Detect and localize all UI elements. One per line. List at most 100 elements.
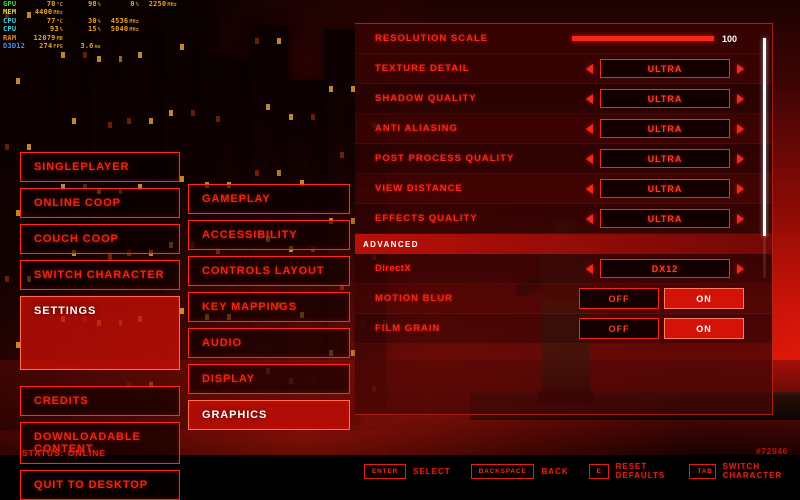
setting-row-effects-quality[interactable]: EFFECTS QUALITY ULTRA <box>355 204 772 234</box>
perf-value: 5040MHz <box>110 25 139 34</box>
menu-item-singleplayer[interactable]: SINGLEPLAYER <box>20 152 180 182</box>
setting-value[interactable]: ULTRA <box>600 149 730 168</box>
building-window <box>127 118 131 124</box>
resolution-scale-value: 100 <box>722 33 738 44</box>
key-cap: BACKSPACE <box>470 463 535 479</box>
toggle-off-button[interactable]: OFF <box>579 288 659 309</box>
menu-item-switch-character[interactable]: SWITCH CHARACTER <box>20 260 180 290</box>
stepper-control[interactable]: ULTRA <box>586 119 744 138</box>
perf-unit: ms <box>94 44 101 51</box>
menu-item-couch-coop[interactable]: COUCH COOP <box>20 224 180 254</box>
stepper-control[interactable]: ULTRA <box>586 179 744 198</box>
perf-unit: MHz <box>53 10 63 17</box>
perf-unit: °C <box>56 18 63 25</box>
advanced-toggle-rows: MOTION BLUR OFF ON FILM GRAIN OFF ON <box>355 284 772 344</box>
building-window <box>97 56 101 62</box>
perf-value: 15% <box>87 25 101 34</box>
toggle-control[interactable]: OFF ON <box>579 318 744 339</box>
building-window <box>255 38 259 44</box>
setting-row-shadow-quality[interactable]: SHADOW QUALITY ULTRA <box>355 84 772 114</box>
stepper-control[interactable]: ULTRA <box>586 149 744 168</box>
arrow-right-icon[interactable] <box>737 183 744 194</box>
building-window <box>311 114 315 120</box>
perf-row: D3D12 274FPS 3.6ms <box>3 42 177 51</box>
arrow-left-icon[interactable] <box>586 263 593 274</box>
arrow-right-icon[interactable] <box>737 93 744 104</box>
perf-row-label: CPU <box>3 25 17 34</box>
setting-value[interactable]: ULTRA <box>600 209 730 228</box>
key-hint-select[interactable]: ENTER SELECT <box>364 463 451 479</box>
toggle-off-button[interactable]: OFF <box>579 318 659 339</box>
setting-value[interactable]: ULTRA <box>600 179 730 198</box>
settings-item-key-mappings[interactable]: KEY MAPPINGS <box>188 292 350 322</box>
key-hint-reset-defaults[interactable]: E RESET DEFAULTS <box>588 462 670 480</box>
directx-value[interactable]: DX12 <box>600 259 730 278</box>
stepper-control[interactable]: ULTRA <box>586 59 744 78</box>
key-hint-action: BACK <box>541 466 569 476</box>
perf-unit: MB <box>56 35 63 42</box>
perf-unit: MHz <box>129 27 139 34</box>
perf-row-label: CPU <box>3 16 17 25</box>
perf-value: 98% <box>87 0 101 8</box>
settings-item-display[interactable]: DISPLAY <box>188 364 350 394</box>
key-hints-bar: ENTER SELECT BACKSPACE BACK E RESET DEFAULTS T… <box>364 462 800 480</box>
setting-row-post-process-quality[interactable]: POST PROCESS QUALITY ULTRA <box>355 144 772 174</box>
menu-item-credits[interactable]: CREDITS <box>20 386 180 416</box>
toggle-control[interactable]: OFF ON <box>579 288 744 309</box>
key-hint-switch-character[interactable]: TAB SWITCH CHARACTER <box>689 462 789 480</box>
settings-scrollbar[interactable] <box>763 38 766 278</box>
arrow-right-icon[interactable] <box>737 153 744 164</box>
menu-item-label: AUDIO <box>202 337 242 349</box>
scrollbar-thumb[interactable] <box>763 38 766 236</box>
setting-row-resolution-scale[interactable]: RESOLUTION SCALE 100 <box>355 24 772 54</box>
arrow-right-icon[interactable] <box>737 123 744 134</box>
menu-item-online-coop[interactable]: ONLINE COOP <box>20 188 180 218</box>
menu-item-settings[interactable]: SETTINGS <box>20 296 180 370</box>
arrow-right-icon[interactable] <box>737 63 744 74</box>
perf-unit: % <box>97 27 101 34</box>
building-window <box>27 144 31 150</box>
setting-value[interactable]: ULTRA <box>600 59 730 78</box>
setting-row-film-grain[interactable]: FILM GRAIN OFF ON <box>355 314 772 344</box>
menu-item-label: CONTROLS LAYOUT <box>202 265 325 277</box>
setting-row-directx[interactable]: DirectX DX12 <box>355 254 772 284</box>
setting-value[interactable]: ULTRA <box>600 119 730 138</box>
arrow-left-icon[interactable] <box>586 63 593 74</box>
setting-row-texture-detail[interactable]: TEXTURE DETAIL ULTRA <box>355 54 772 84</box>
arrow-right-icon[interactable] <box>737 263 744 274</box>
key-cap: TAB <box>689 463 716 479</box>
settings-item-graphics[interactable]: GRAPHICS <box>188 400 350 430</box>
resolution-scale-slider[interactable] <box>572 36 714 41</box>
settings-item-audio[interactable]: AUDIO <box>188 328 350 358</box>
slider-fill <box>572 36 714 41</box>
arrow-left-icon[interactable] <box>586 213 593 224</box>
setting-row-motion-blur[interactable]: MOTION BLUR OFF ON <box>355 284 772 314</box>
settings-item-controls-layout[interactable]: CONTROLS LAYOUT <box>188 256 350 286</box>
arrow-right-icon[interactable] <box>737 213 744 224</box>
arrow-left-icon[interactable] <box>586 93 593 104</box>
menu-item-label: ONLINE COOP <box>34 197 121 209</box>
setting-row-anti-aliasing[interactable]: ANTI ALIASING ULTRA <box>355 114 772 144</box>
toggle-on-button[interactable]: ON <box>664 318 744 339</box>
menu-item-label: KEY MAPPINGS <box>202 301 297 313</box>
directx-control[interactable]: DX12 <box>586 259 744 278</box>
setting-value[interactable]: ULTRA <box>600 89 730 108</box>
setting-label: EFFECTS QUALITY <box>375 213 478 224</box>
menu-item-label: QUIT TO DESKTOP <box>34 479 148 491</box>
building-window <box>5 144 9 150</box>
building-window <box>255 170 259 176</box>
menu-item-quit-to-desktop[interactable]: QUIT TO DESKTOP <box>20 470 180 500</box>
arrow-left-icon[interactable] <box>586 153 593 164</box>
arrow-left-icon[interactable] <box>586 183 593 194</box>
resolution-scale-control[interactable]: 100 <box>572 34 744 44</box>
stepper-control[interactable]: ULTRA <box>586 209 744 228</box>
arrow-left-icon[interactable] <box>586 123 593 134</box>
setting-label: VIEW DISTANCE <box>375 183 463 194</box>
toggle-on-button[interactable]: ON <box>664 288 744 309</box>
setting-row-view-distance[interactable]: VIEW DISTANCE ULTRA <box>355 174 772 204</box>
stepper-control[interactable]: ULTRA <box>586 89 744 108</box>
key-hint-back[interactable]: BACKSPACE BACK <box>470 463 569 479</box>
settings-item-accessibility[interactable]: ACCESSIBILITY <box>188 220 350 250</box>
settings-item-gameplay[interactable]: GAMEPLAY <box>188 184 350 214</box>
building-window <box>191 110 195 116</box>
